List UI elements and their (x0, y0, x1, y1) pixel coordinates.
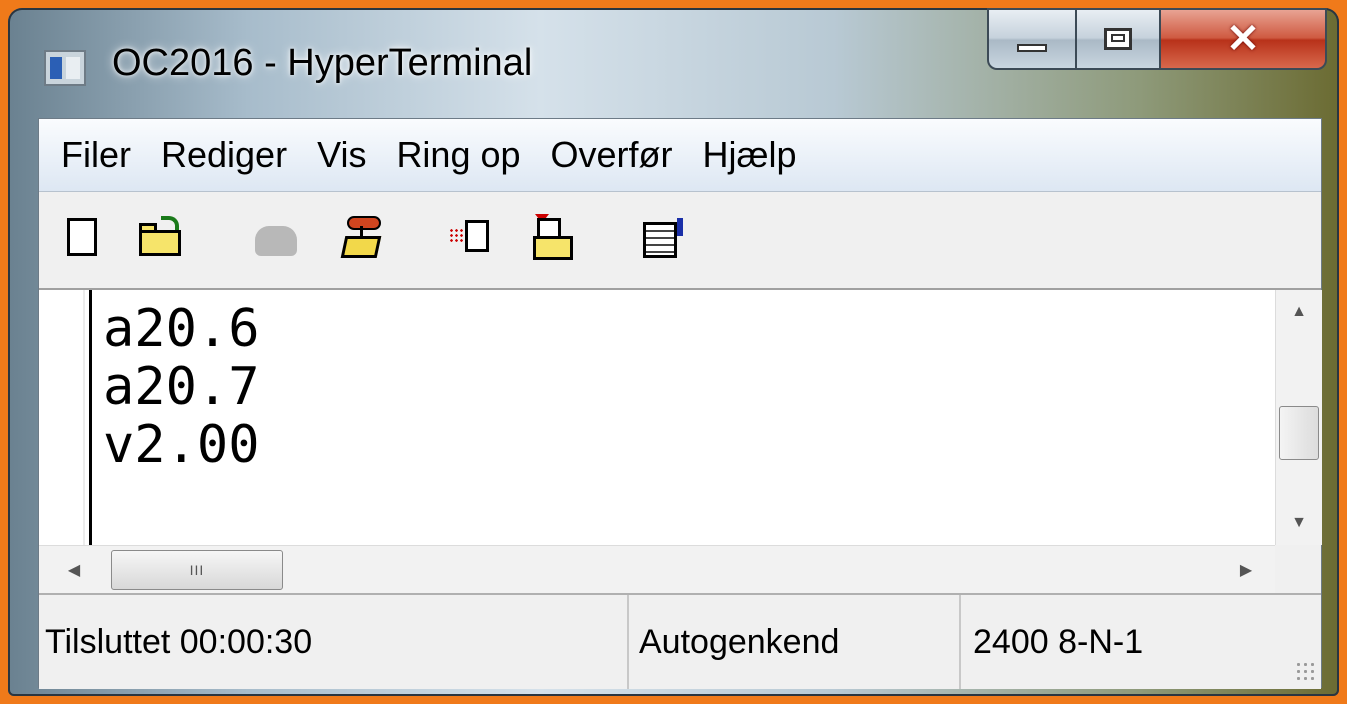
terminal-line: a20.6 (103, 299, 260, 359)
phone-disabled-icon (255, 226, 297, 256)
open-button[interactable] (137, 214, 185, 262)
status-detection: Autogenkend (627, 595, 969, 689)
call-button[interactable] (251, 214, 299, 262)
hyperterminal-app-icon[interactable] (44, 50, 86, 86)
maximize-icon (1104, 28, 1132, 50)
menu-item-overfor[interactable]: Overfør (551, 134, 673, 176)
open-folder-icon (139, 230, 181, 256)
scroll-down-arrow-icon[interactable]: ▼ (1276, 501, 1322, 545)
properties-button[interactable] (639, 214, 687, 262)
window-title: OC2016 - HyperTerminal (112, 42, 533, 84)
status-connection: Tilsluttet 00:00:30 (45, 622, 313, 661)
scroll-up-arrow-icon[interactable]: ▲ (1276, 290, 1322, 334)
new-document-icon (67, 218, 97, 256)
status-bar: Tilsluttet 00:00:30 Autogenkend 2400 8-N… (39, 593, 1321, 689)
new-connection-button[interactable] (61, 214, 109, 262)
maximize-button[interactable] (1075, 8, 1159, 70)
terminal-gutter (39, 290, 85, 545)
receive-folder-icon (533, 236, 573, 260)
title-bar[interactable]: OC2016 - HyperTerminal ✕ (8, 8, 1339, 116)
properties-sheet-icon (643, 222, 677, 258)
close-button[interactable]: ✕ (1159, 8, 1327, 70)
minimize-button[interactable] (987, 8, 1075, 70)
menu-item-rediger[interactable]: Rediger (161, 134, 287, 176)
send-document-icon (465, 220, 489, 252)
menu-bar: Filer Rediger Vis Ring op Overfør Hjælp (39, 119, 1321, 192)
horizontal-scrollbar[interactable]: ◀ III ▶ (39, 545, 1275, 594)
vertical-scroll-thumb[interactable] (1279, 406, 1319, 460)
vertical-scrollbar[interactable]: ▲ ▼ (1275, 290, 1322, 545)
open-arrow-icon (161, 216, 179, 230)
phone-icon (340, 236, 382, 258)
terminal-cursor-margin (89, 290, 92, 545)
toolbar (39, 192, 1321, 290)
minimize-icon (1017, 44, 1047, 52)
terminal-screen[interactable]: a20.6 a20.7 v2.00 (39, 290, 1275, 545)
menu-item-ring-op[interactable]: Ring op (396, 134, 520, 176)
terminal-line: a20.7 (103, 357, 260, 417)
scrollbar-corner (1275, 545, 1321, 593)
close-icon: ✕ (1226, 17, 1260, 61)
properties-pen-icon (677, 218, 683, 236)
send-dots-icon (449, 228, 463, 242)
terminal-line: v2.00 (103, 415, 260, 475)
status-port-settings: 2400 8-N-1 (959, 595, 1313, 689)
resize-grip-icon[interactable] (1295, 661, 1317, 683)
menu-item-vis[interactable]: Vis (317, 134, 366, 176)
phone-wire-icon (360, 226, 363, 236)
client-area: Filer Rediger Vis Ring op Overfør Hjælp (38, 118, 1322, 689)
menu-item-hjaelp[interactable]: Hjælp (703, 134, 797, 176)
hyperterminal-window: OC2016 - HyperTerminal ✕ Filer Rediger V… (8, 8, 1339, 696)
send-file-button[interactable] (449, 214, 497, 262)
scroll-left-arrow-icon[interactable]: ◀ (59, 546, 89, 594)
menu-item-filer[interactable]: Filer (61, 134, 131, 176)
disconnect-button[interactable] (339, 214, 387, 262)
phone-handset-icon (347, 216, 381, 230)
horizontal-scroll-thumb[interactable]: III (111, 550, 283, 590)
receive-file-button[interactable] (529, 214, 577, 262)
terminal-output: a20.6 a20.7 v2.00 (103, 300, 260, 474)
scroll-right-arrow-icon[interactable]: ▶ (1231, 546, 1261, 594)
window-controls: ✕ (987, 8, 1327, 70)
